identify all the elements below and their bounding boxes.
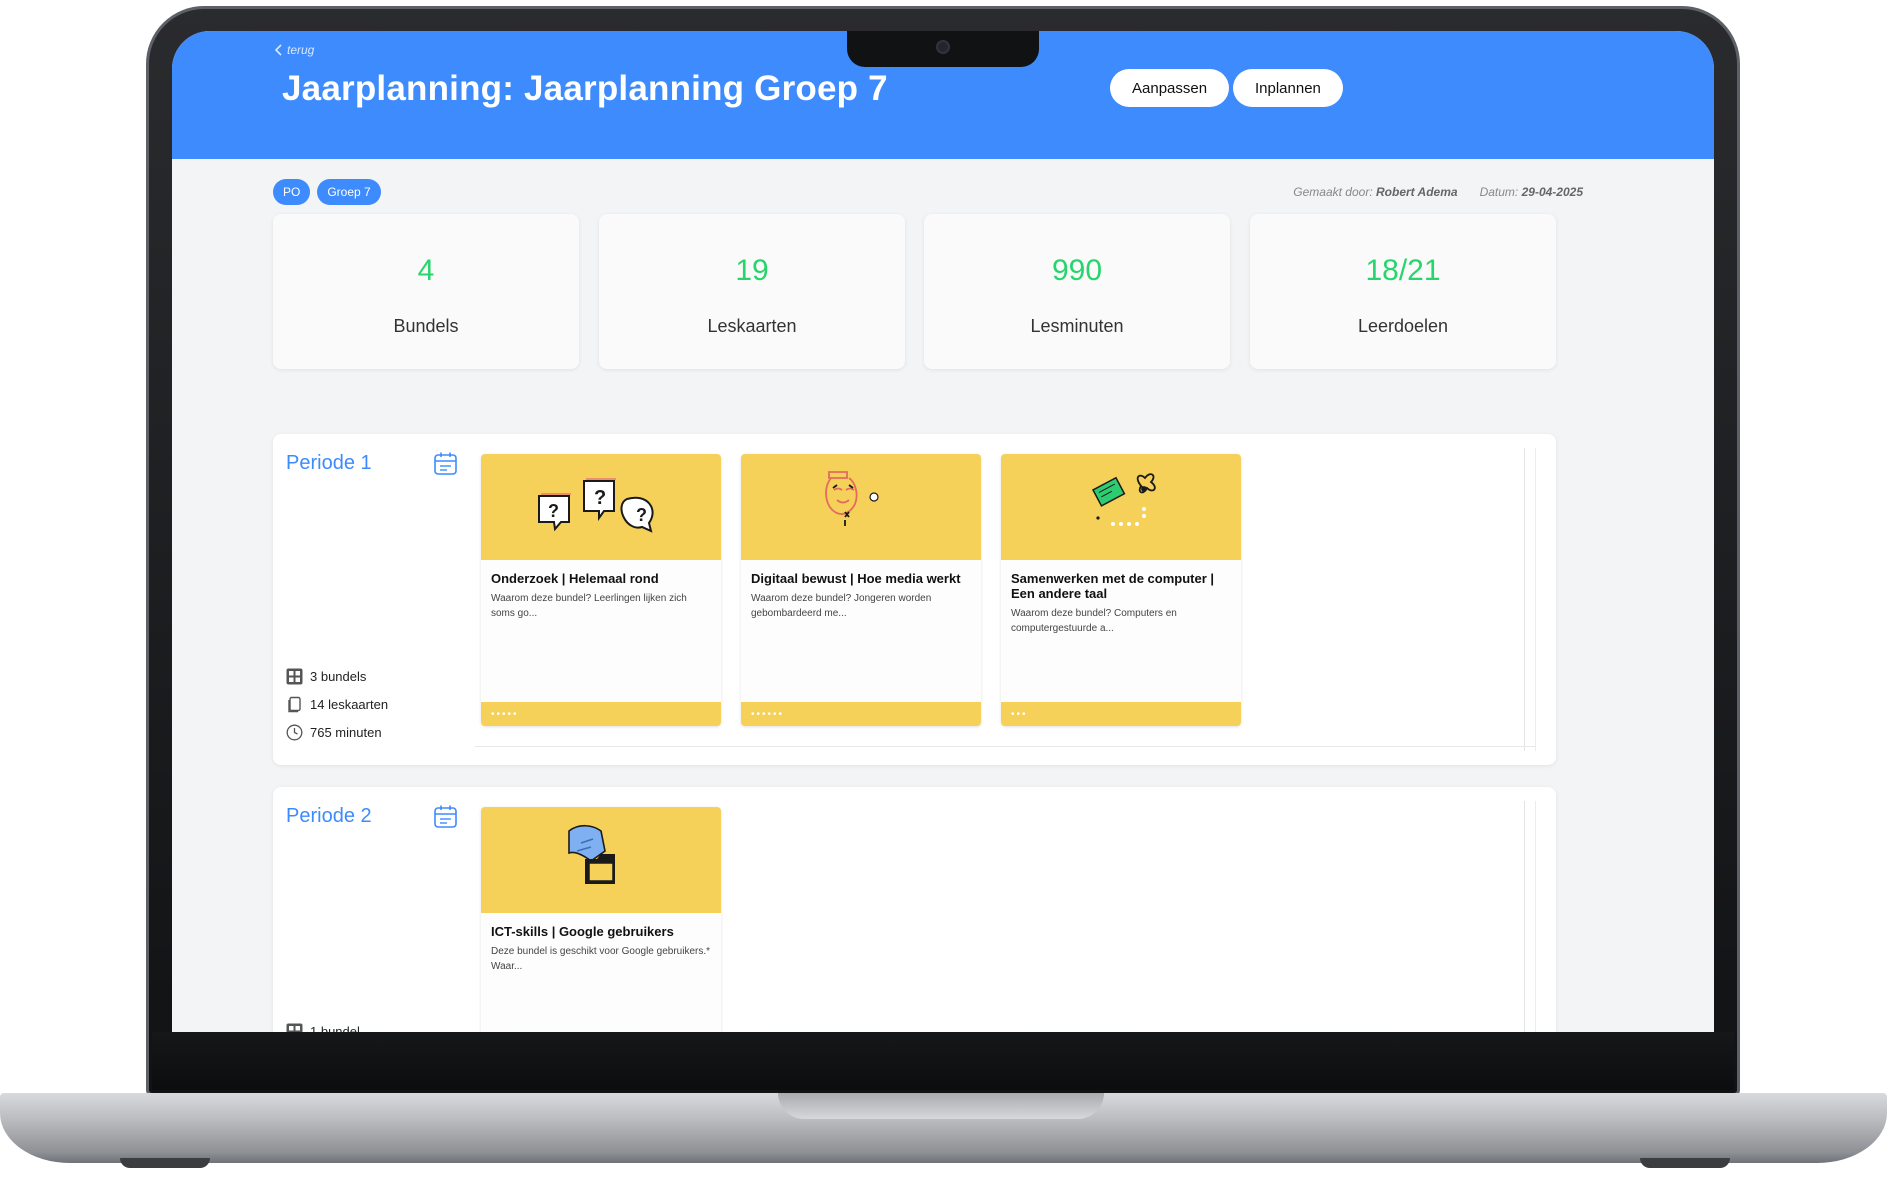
card-count: 14 leskaarten [286,690,388,718]
stat-card-lesminuten: 990 Lesminuten [924,214,1230,369]
folder-files-icon [568,824,615,884]
card-title: ICT-skills | Google gebruikers [491,924,674,939]
calendar-icon[interactable] [433,451,458,476]
card-footer: ••• [1001,702,1241,726]
screen-notch [847,31,1039,67]
stat-value: 18/21 [1365,254,1441,287]
period-2: Periode 2 ICT-skills | Google gebruikers… [273,787,1556,1032]
stat-value: 19 [735,254,769,287]
period-stats: 1 bundel [286,1017,360,1032]
period-title: Periode 2 [286,805,372,827]
card-description: Deze bundel is geschikt voor Google gebr… [491,946,711,972]
minutes-count: 765 minuten [286,718,388,746]
card-title: Onderzoek | Helemaal rond [491,571,659,586]
clock-icon [286,724,303,740]
question-bubbles-icon: ? ? ? [538,478,654,533]
period-stats: 3 bundels 14 leskaarten 765 minuten [286,662,388,746]
stat-value: 4 [417,254,435,287]
back-link[interactable]: terug [274,43,314,57]
laptop-base-notch [778,1093,1104,1119]
adjust-button[interactable]: Aanpassen [1110,69,1230,107]
card-title: Samenwerken met de computer | Een andere… [1011,571,1215,601]
grid-icon [286,1023,303,1032]
bundle-card[interactable]: ICT-skills | Google gebruikers Deze bund… [481,807,721,1032]
app-screen: terug Jaarplanning: Jaarplanning Groep 7… [172,31,1714,1032]
made-by: Gemaakt door: Robert Adema [1293,185,1458,199]
face-mask-icon [825,471,879,526]
bundle-count: 1 bundel [286,1017,360,1032]
circuit-fan-icon [1091,473,1156,526]
tag-group: Groep 7 [317,179,381,205]
camera-icon [936,40,950,54]
schedule-button[interactable]: Inplannen [1233,69,1343,107]
page-title: Jaarplanning: Jaarplanning Groep 7 [282,69,888,108]
tag-list: PO Groep 7 [273,179,381,205]
card-description: Waarom deze bundel? Jongeren worden gebo… [751,593,932,619]
calendar-icon[interactable] [433,804,458,829]
progress-dots: •••••• [751,708,785,720]
stat-label: Lesminuten [1030,316,1124,336]
bundle-card[interactable]: ? ? ? Onderzoek | Helemaal rond Waarom d… [481,454,721,726]
scrollbar[interactable] [1524,448,1536,751]
period-title: Periode 1 [286,452,372,474]
scrollbar[interactable] [1524,801,1536,1032]
bundle-card[interactable]: Samenwerken met de computer | Een andere… [1001,454,1241,726]
back-label: terug [287,43,315,57]
stat-label: Leerdoelen [1357,316,1449,336]
card-description: Waarom deze bundel? Leerlingen lijken zi… [491,593,687,619]
horizontal-scrollbar[interactable] [475,746,1536,747]
laptop-foot-right [1640,1158,1730,1168]
card-footer: •••••• [741,702,981,726]
meta-info: Gemaakt door: Robert Adema Datum: 29-04-… [1293,185,1583,199]
laptop-bezel [152,1032,1734,1090]
bundle-card[interactable]: Digitaal bewust | Hoe media werkt Waarom… [741,454,981,726]
card-title: Digitaal bewust | Hoe media werkt [751,571,961,586]
card-image [741,454,981,560]
date: Datum: 29-04-2025 [1479,185,1583,199]
card-image: ? ? ? [481,454,721,560]
stat-card-bundels: 4 Bundels [273,214,579,369]
period-1: Periode 1 3 bundels 14 leskaarten 765 mi… [273,434,1556,765]
laptop-foot-left [120,1158,210,1168]
progress-dots: ••• [1011,708,1028,720]
stat-label: Leskaarten [707,316,797,336]
bundle-count: 3 bundels [286,662,388,690]
tag-level: PO [273,179,311,205]
svg-text:?: ? [594,487,606,509]
stat-card-leskaarten: 19 Leskaarten [599,214,905,369]
stat-value: 990 [1051,254,1103,287]
card-footer: ••••• [481,702,721,726]
stat-card-leerdoelen: 18/21 Leerdoelen [1250,214,1556,369]
grid-icon [286,668,303,684]
svg-text:?: ? [636,505,647,525]
card-image [1001,454,1241,560]
chevron-left-icon [274,44,282,56]
progress-dots: ••••• [491,708,519,720]
card-description: Waarom deze bundel? Computers en compute… [1011,608,1177,634]
cards-icon [288,696,301,712]
svg-text:?: ? [548,501,559,521]
card-image [481,807,721,913]
stat-label: Bundels [393,316,459,336]
